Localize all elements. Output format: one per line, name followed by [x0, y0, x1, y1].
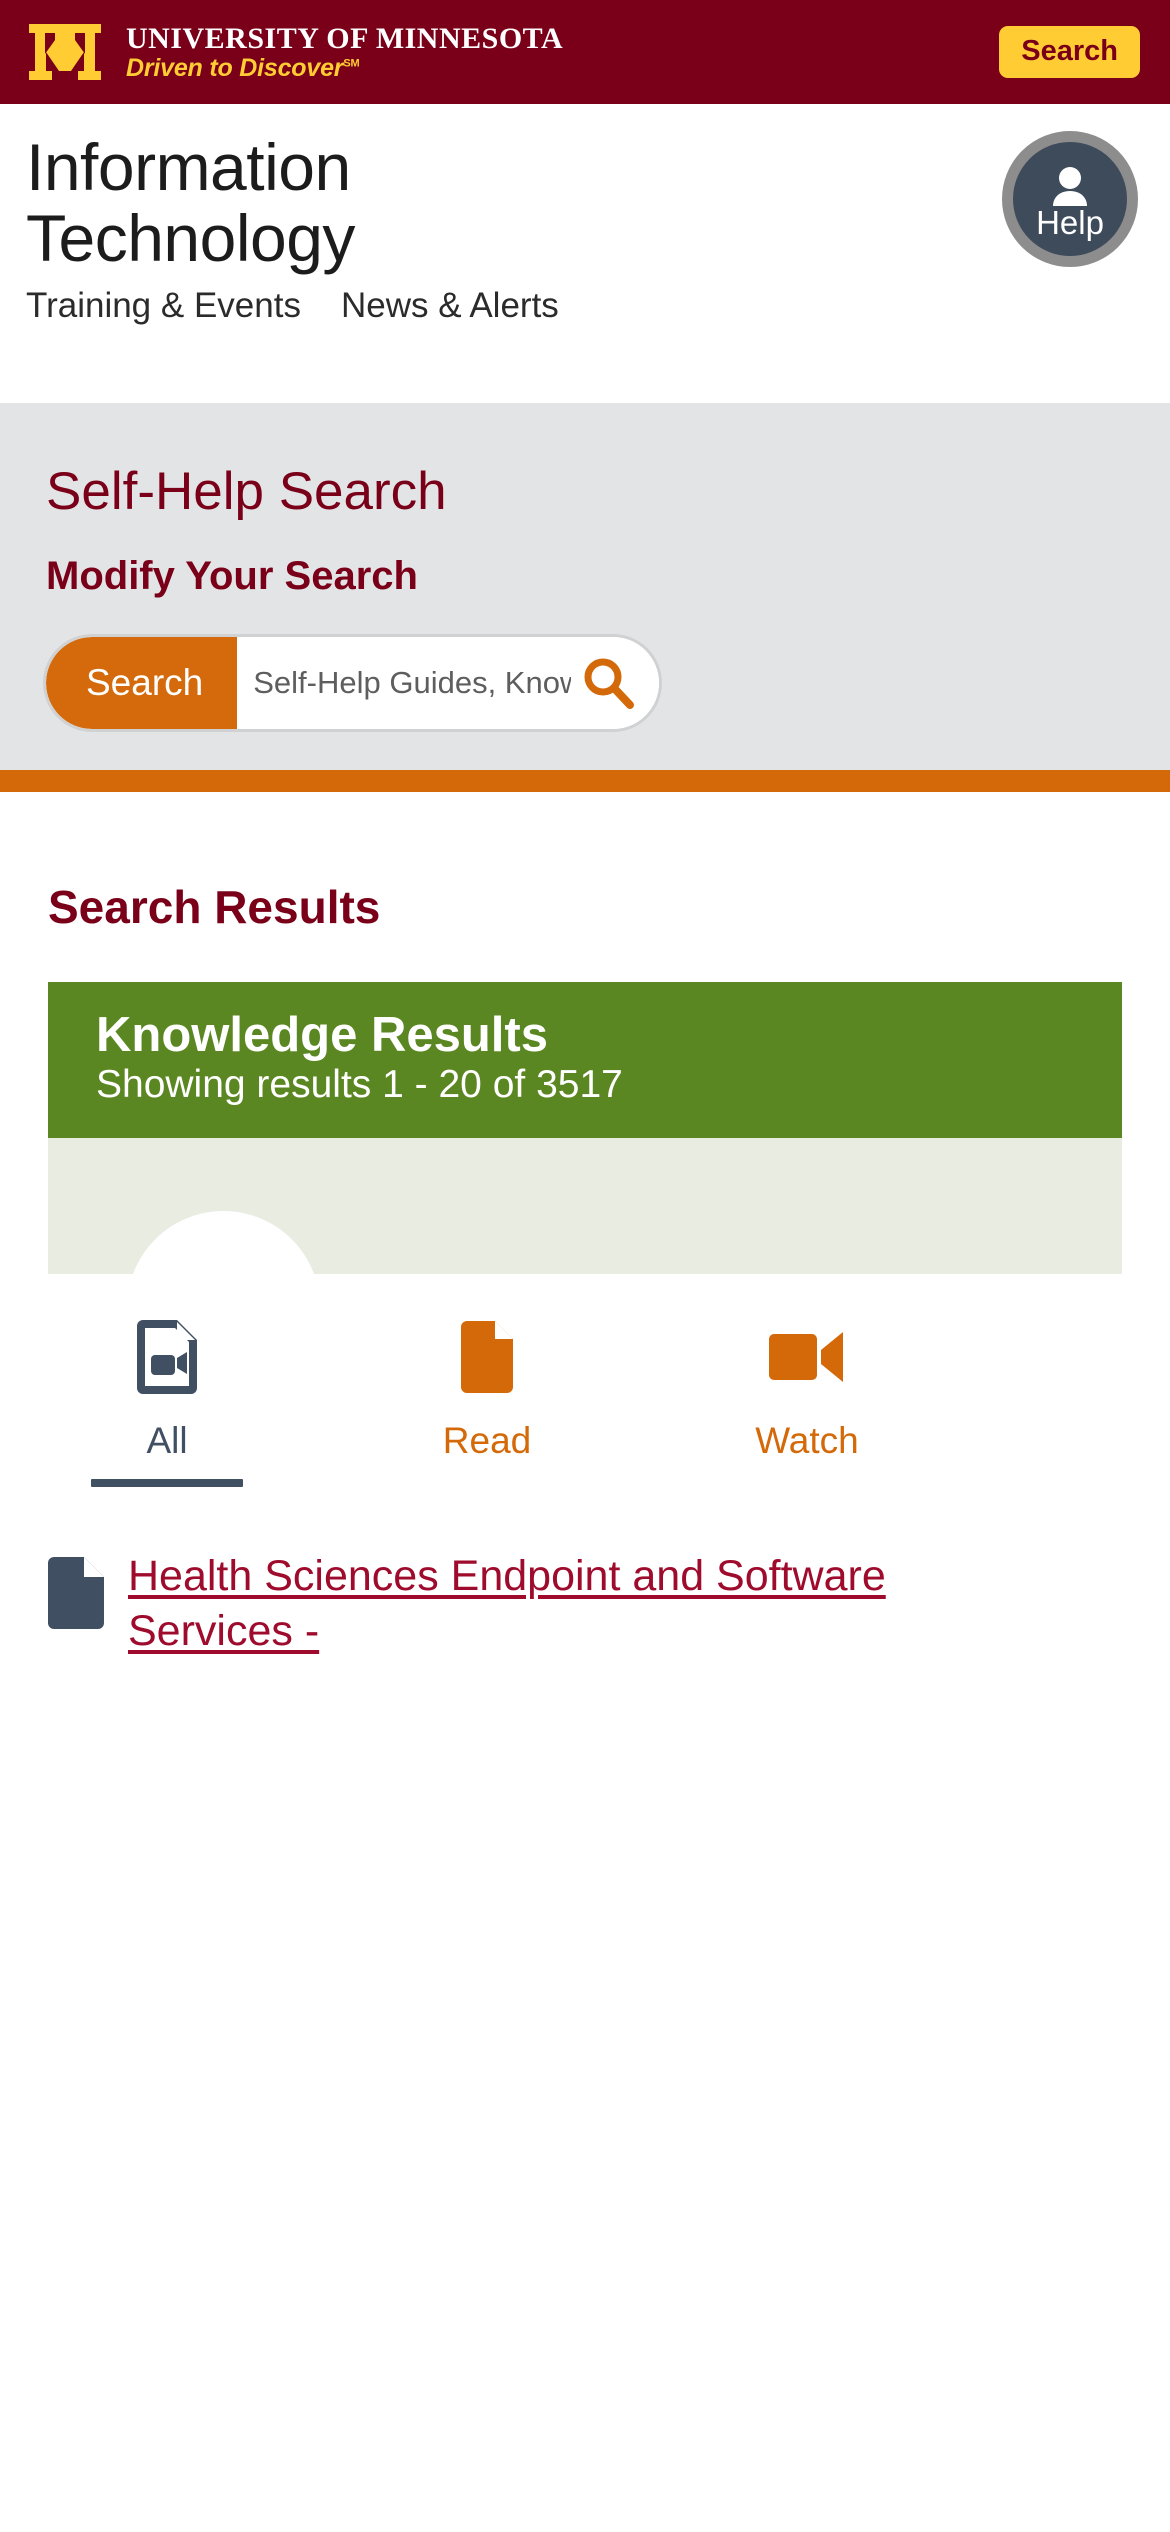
results-tab-bar: All Read Watch: [0, 1274, 1170, 1488]
tab-all-icon-wrap: [137, 1320, 197, 1395]
search-bar: Search: [46, 637, 659, 729]
knowledge-results-card: Knowledge Results Showing results 1 - 20…: [48, 982, 1122, 1275]
document-video-icon: [137, 1320, 197, 1395]
university-name: UNIVERSITY OF MINNESOTA: [126, 21, 564, 55]
search-icon[interactable]: [577, 652, 639, 714]
search-field-wrapper: [237, 637, 659, 729]
tab-read[interactable]: Read: [320, 1320, 640, 1487]
umn-logo-lockup[interactable]: UNIVERSITY OF MINNESOTA Driven to Discov…: [26, 21, 563, 83]
header-nav: Training & Events News & Alerts: [26, 286, 559, 326]
banner-search-button[interactable]: Search: [999, 26, 1140, 78]
knowledge-result-list: Health Sciences Endpoint and Software Se…: [0, 1487, 1170, 1659]
video-camera-icon: [769, 1332, 843, 1383]
knowledge-results-header: Knowledge Results Showing results 1 - 20…: [48, 982, 1122, 1139]
search-submit-button[interactable]: Search: [46, 637, 238, 729]
tab-all-label: All: [146, 1420, 188, 1462]
knowledge-results-count: Showing results 1 - 20 of 3517: [96, 1063, 623, 1107]
tab-read-label: Read: [442, 1420, 532, 1462]
document-icon: [48, 1557, 104, 1630]
help-label: Help: [1036, 203, 1104, 241]
document-icon: [461, 1321, 513, 1394]
decorative-circle: [127, 1211, 320, 1275]
umn-banner: UNIVERSITY OF MINNESOTA Driven to Discov…: [0, 0, 1170, 104]
umn-m-logo-icon: [29, 24, 101, 80]
tab-active-indicator: [91, 1479, 243, 1488]
self-help-search-panel: Self-Help Search Modify Your Search Sear…: [0, 403, 1170, 770]
tab-read-icon-wrap: [461, 1320, 513, 1394]
page-title: Information Technology: [26, 130, 355, 275]
nav-link-training-events[interactable]: Training & Events: [26, 286, 301, 326]
list-item[interactable]: Health Sciences Endpoint and Software Se…: [48, 1549, 1122, 1659]
search-input[interactable]: [237, 665, 577, 701]
help-button[interactable]: Help: [1002, 131, 1138, 267]
nav-link-news-alerts[interactable]: News & Alerts: [341, 286, 559, 326]
tab-watch[interactable]: Watch: [640, 1320, 960, 1487]
site-header: Information Technology Help Training & E…: [0, 104, 1170, 403]
orange-divider: [0, 770, 1170, 792]
tab-watch-label: Watch: [755, 1420, 859, 1462]
result-title-link[interactable]: Health Sciences Endpoint and Software Se…: [128, 1549, 888, 1659]
knowledge-results-body: [48, 1138, 1122, 1275]
search-results-heading: Search Results: [48, 881, 381, 933]
person-icon: [1053, 166, 1087, 206]
search-panel-title: Self-Help Search: [46, 462, 447, 521]
tab-all[interactable]: All: [0, 1320, 320, 1488]
search-results-section: Search Results Knowledge Results Showing…: [0, 792, 1170, 1275]
modify-your-search-label: Modify Your Search: [46, 554, 418, 598]
tab-watch-icon-wrap: [769, 1320, 845, 1394]
knowledge-results-title: Knowledge Results: [96, 1008, 548, 1062]
university-tagline: Driven to DiscoverSM: [126, 53, 360, 82]
